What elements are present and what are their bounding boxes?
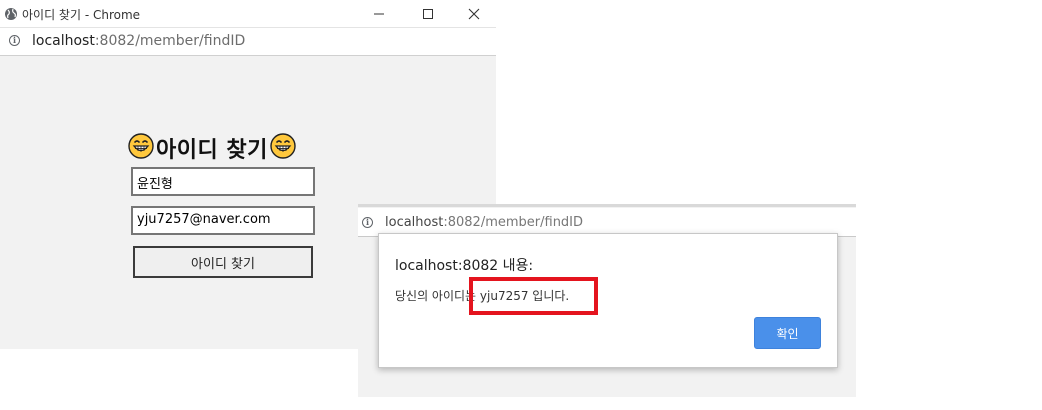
close-icon: [468, 8, 480, 19]
email-input[interactable]: yju7257@naver.com: [131, 206, 315, 235]
address-bar[interactable]: i localhost:8082/member/findID: [0, 28, 496, 56]
maximize-icon: [423, 8, 433, 19]
page-title: 아이디 찾기: [128, 133, 296, 163]
find-id-button[interactable]: 아이디 찾기: [133, 246, 313, 278]
address-url[interactable]: localhost:8082/member/findID: [32, 33, 245, 49]
page-title-text: 아이디 찾기: [156, 138, 268, 163]
minimize-icon: [374, 13, 384, 14]
ok-button[interactable]: 확인: [754, 317, 821, 349]
grinning-emoji-icon: [128, 133, 154, 163]
title-bar: 아이디 찾기 - Chrome: [0, 0, 496, 28]
info-icon[interactable]: i: [362, 217, 373, 228]
url-host: localhost: [32, 33, 95, 49]
close-button[interactable]: [451, 0, 497, 27]
url-path: :8082/member/findID: [443, 215, 584, 230]
globe-icon: [4, 6, 18, 25]
window-edge: [358, 204, 856, 207]
address-url[interactable]: localhost:8082/member/findID: [385, 215, 583, 230]
name-input[interactable]: 윤진형: [131, 167, 315, 196]
alert-dialog: localhost:8082 내용: 당신의 아이디는 yju7257 입니다.…: [378, 233, 838, 368]
window-title: 아이디 찾기 - Chrome: [22, 8, 141, 22]
info-icon[interactable]: i: [9, 35, 20, 46]
alert-title: localhost:8082 내용:: [395, 258, 534, 274]
url-path: :8082/member/findID: [94, 33, 246, 49]
minimize-button[interactable]: [356, 0, 402, 27]
grinning-emoji-icon: [270, 133, 296, 163]
highlight-box: [469, 277, 598, 315]
maximize-button[interactable]: [405, 0, 451, 27]
url-host: localhost: [385, 215, 444, 230]
